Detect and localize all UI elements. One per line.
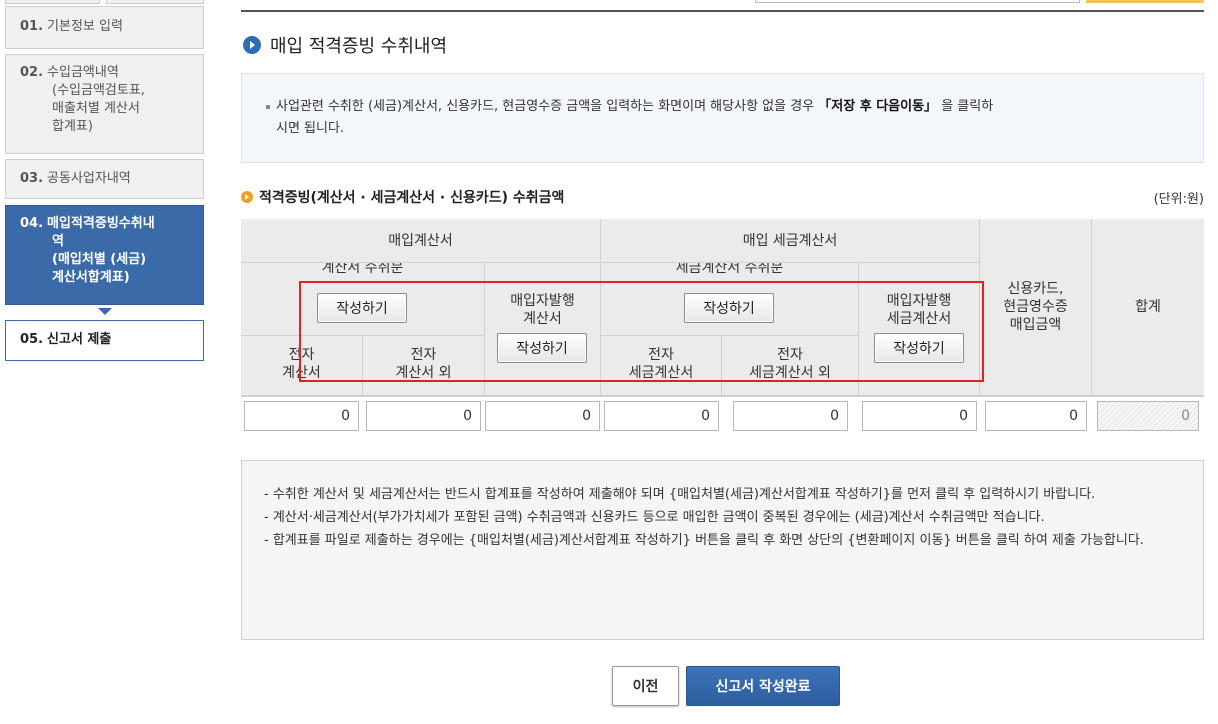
e-invoice-amount-input[interactable]: 0 xyxy=(244,401,359,431)
step-basic-info[interactable]: 01. 기본정보 입력 xyxy=(5,6,204,49)
buyer-issued-invoice-amount-input[interactable]: 0 xyxy=(485,401,600,431)
purchase-evidence-table: 매입계산서 매입 세금계산서 신용카드, 현금영수증 매입금액 합계 계산서 수취분… xyxy=(241,219,1204,435)
header-total: 합계 xyxy=(1092,219,1204,396)
header-buyer-issued-tax-invoice: 매입자발행 세금계산서 xyxy=(859,263,980,396)
section-title: 적격증빙(계산서 · 세금계산서 · 신용카드) 수취금액 xyxy=(241,187,564,207)
header-purchase-invoice: 매입계산서 xyxy=(241,219,601,263)
step-income[interactable]: 02. 수입금액내역 (수입금액검토표, 매출처별 계산서 합계표) xyxy=(5,54,204,154)
header-buyer-issued-invoice: 매입자발행 계산서 xyxy=(485,263,601,396)
note-item: - 수취한 계산서 및 세금계산서는 반드시 합계표를 작성하여 제출해야 되며… xyxy=(264,487,1096,502)
write-buyer-issued-tax-invoice-button[interactable]: 작성하기 xyxy=(874,333,964,363)
top-input-edge[interactable] xyxy=(755,0,1080,3)
note-item: - 계산서·세금계산서(부가가치세가 포함된 금액) 수취금액과 신용카드 등으… xyxy=(264,510,1045,525)
buyer-issued-tax-invoice-amount-input[interactable]: 0 xyxy=(862,401,977,431)
header-e-invoice-other: 전자 계산서 외 xyxy=(363,336,485,396)
info-box: 사업관련 수취한 (세금)계산서, 신용카드, 현금영수증 금액을 입력하는 화… xyxy=(241,73,1204,163)
header-e-invoice: 전자 계산서 xyxy=(241,336,363,396)
prev-button[interactable]: 이전 xyxy=(612,666,679,706)
active-step-arrow-icon xyxy=(98,308,112,315)
top-button-edge[interactable] xyxy=(1086,0,1204,3)
top-tab-stub[interactable] xyxy=(5,0,100,4)
write-invoice-received-button[interactable]: 작성하기 xyxy=(317,293,407,323)
page-title: 매입 적격증빙 수취내역 xyxy=(243,34,447,57)
bullet-icon xyxy=(266,104,270,109)
complete-button[interactable]: 신고서 작성완료 xyxy=(686,666,840,706)
amount-row: 0 0 0 0 0 0 0 0 xyxy=(241,396,1204,435)
step-submit[interactable]: 05. 신고서 제출 xyxy=(5,320,204,361)
e-invoice-other-amount-input[interactable]: 0 xyxy=(366,401,481,431)
header-purchase-tax-invoice: 매입 세금계산서 xyxy=(601,219,980,263)
header-card-amount: 신용카드, 현금영수증 매입금액 xyxy=(980,219,1092,396)
step-co-business[interactable]: 03. 공동사업자내역 xyxy=(5,159,204,199)
e-tax-invoice-other-amount-input[interactable]: 0 xyxy=(733,401,848,431)
write-buyer-issued-invoice-button[interactable]: 작성하기 xyxy=(497,333,587,363)
arrow-circle-icon xyxy=(243,36,261,54)
header-e-tax-invoice: 전자 세금계산서 xyxy=(601,336,722,396)
e-tax-invoice-amount-input[interactable]: 0 xyxy=(604,401,719,431)
write-tax-invoice-received-button[interactable]: 작성하기 xyxy=(684,293,774,323)
top-divider xyxy=(241,10,1204,12)
arrow-circle-icon xyxy=(241,191,253,203)
notes-box: - 수취한 계산서 및 세금계산서는 반드시 합계표를 작성하여 제출해야 되며… xyxy=(241,460,1204,640)
step-purchase-evidence[interactable]: 04. 매입적격증빙수취내 역 (매입처별 (세금) 계산서합계표) xyxy=(5,205,204,305)
card-amount-input[interactable]: 0 xyxy=(985,401,1087,431)
top-tab-stub[interactable] xyxy=(106,0,204,4)
note-item: - 합계표를 파일로 제출하는 경우에는 {매입처별(세금)계산서합계표 작성하… xyxy=(264,533,1144,548)
unit-label: (단위:원) xyxy=(1153,192,1204,207)
total-amount-field: 0 xyxy=(1097,401,1199,431)
header-e-tax-invoice-other: 전자 세금계산서 외 xyxy=(722,336,859,396)
